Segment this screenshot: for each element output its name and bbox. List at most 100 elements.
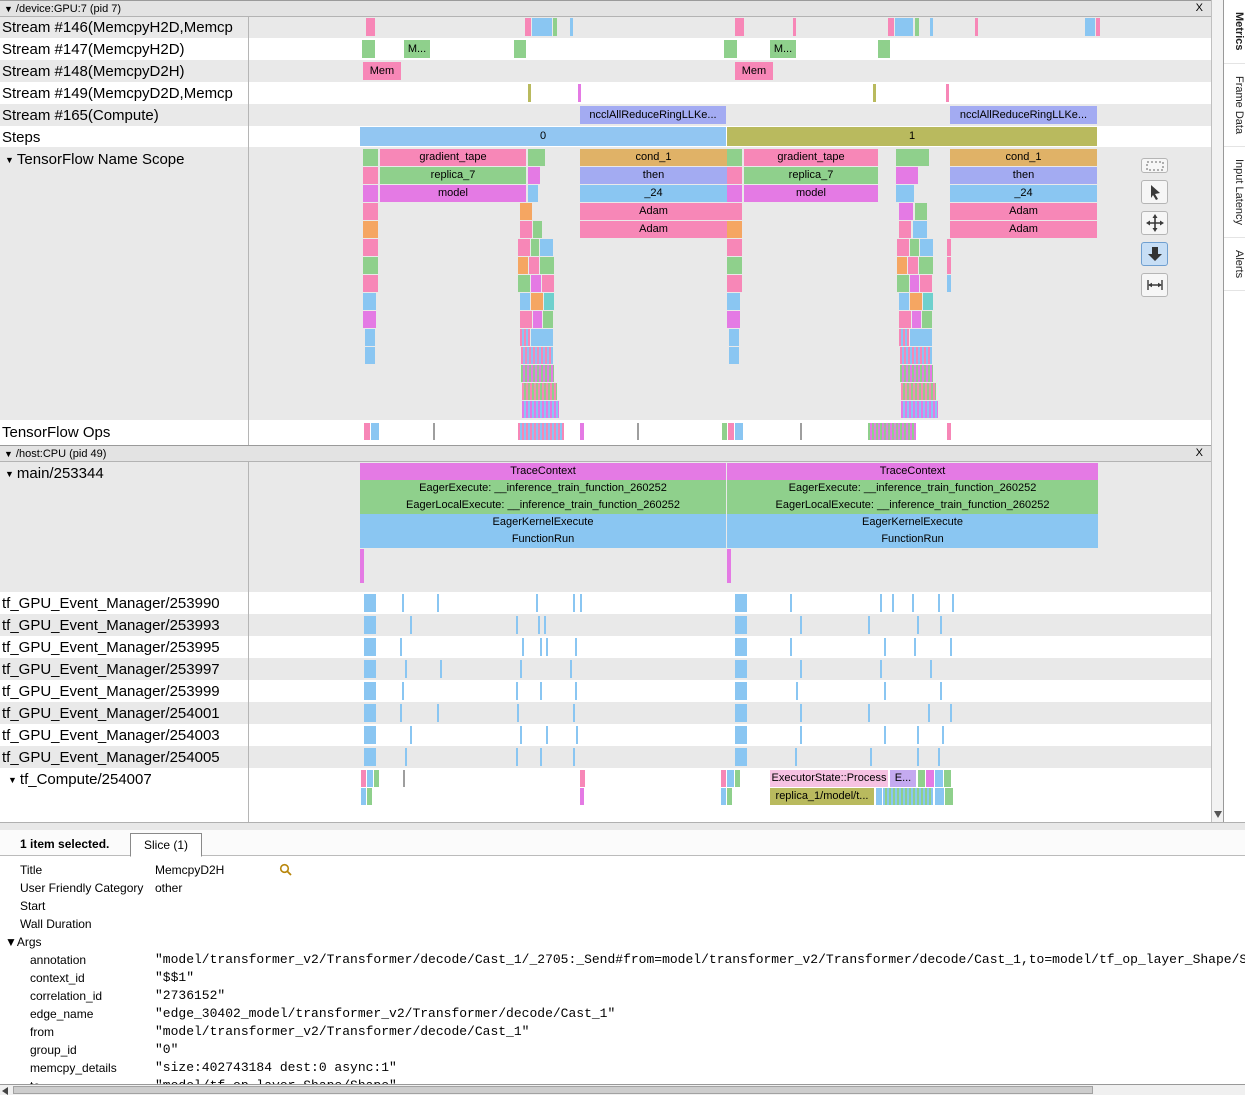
trace-slice[interactable] xyxy=(938,748,940,766)
timing-tool-button[interactable] xyxy=(1141,273,1168,297)
trace-slice[interactable] xyxy=(884,682,886,700)
trace-slice[interactable]: Adam xyxy=(950,203,1097,220)
trace-slice[interactable] xyxy=(793,18,796,36)
trace-slice[interactable] xyxy=(790,638,792,656)
trace-slice[interactable] xyxy=(917,748,919,766)
trace-slice[interactable] xyxy=(880,660,882,678)
trace-slice[interactable] xyxy=(908,257,918,274)
trace-slice[interactable] xyxy=(727,221,742,238)
trace-slice[interactable] xyxy=(918,770,925,787)
trace-slice[interactable] xyxy=(1096,18,1100,36)
trace-slice[interactable] xyxy=(531,293,543,310)
trace-slice[interactable] xyxy=(531,275,541,292)
trace-slice[interactable] xyxy=(735,704,747,722)
horizontal-scrollbar[interactable] xyxy=(0,1084,1245,1095)
trace-slice[interactable] xyxy=(950,704,952,722)
trace-slice[interactable] xyxy=(367,788,372,805)
trace-slice[interactable] xyxy=(946,84,949,102)
trace-slice[interactable] xyxy=(573,748,575,766)
trace-slice[interactable] xyxy=(938,594,940,612)
trace-slice[interactable] xyxy=(923,293,933,310)
row-label-event-253999[interactable]: tf_GPU_Event_Manager/253999 xyxy=(2,683,220,700)
row-label-stream165[interactable]: Stream #165(Compute) xyxy=(2,107,159,124)
trace-slice[interactable] xyxy=(912,311,921,328)
trace-slice[interactable]: M... xyxy=(404,40,430,58)
trace-slice[interactable] xyxy=(576,726,578,744)
trace-slice[interactable] xyxy=(920,275,932,292)
trace-slice[interactable] xyxy=(366,18,375,36)
trace-slice[interactable] xyxy=(570,660,572,678)
trace-slice[interactable] xyxy=(910,293,922,310)
trace-slice[interactable] xyxy=(884,726,886,744)
trace-slice[interactable]: gradient_tape xyxy=(744,149,878,166)
trace-slice[interactable] xyxy=(364,616,376,634)
trace-slice[interactable] xyxy=(405,660,407,678)
trace-slice[interactable] xyxy=(940,682,942,700)
trace-slice[interactable]: Adam xyxy=(580,221,727,238)
trace-slice[interactable] xyxy=(721,788,726,805)
trace-slice[interactable] xyxy=(727,257,742,274)
trace-slice[interactable]: Adam xyxy=(580,203,727,220)
trace-slice[interactable] xyxy=(400,638,402,656)
trace-slice[interactable] xyxy=(735,726,747,744)
trace-slice[interactable] xyxy=(528,84,531,102)
trace-slice[interactable] xyxy=(410,726,412,744)
trace-slice[interactable]: Adam xyxy=(950,221,1097,238)
trace-slice[interactable] xyxy=(367,770,373,787)
trace-slice[interactable] xyxy=(944,770,951,787)
trace-slice[interactable] xyxy=(522,383,557,400)
trace-slice[interactable] xyxy=(947,257,951,274)
args-section-header[interactable]: ▼Args xyxy=(5,933,1245,951)
trace-slice[interactable] xyxy=(910,329,932,346)
trace-slice[interactable] xyxy=(735,616,747,634)
trace-slice[interactable]: _24 xyxy=(580,185,727,202)
trace-slice[interactable] xyxy=(580,770,585,787)
trace-slice[interactable] xyxy=(900,365,933,382)
trace-slice[interactable] xyxy=(575,682,577,700)
trace-slice[interactable] xyxy=(364,748,376,766)
trace-slice[interactable] xyxy=(533,311,542,328)
trace-slice[interactable] xyxy=(880,594,882,612)
trace-slice[interactable] xyxy=(722,423,727,440)
trace-slice[interactable] xyxy=(727,167,742,184)
trace-slice[interactable] xyxy=(363,311,376,328)
trace-slice[interactable] xyxy=(546,638,548,656)
trace-slice[interactable] xyxy=(727,203,742,220)
trace-slice[interactable] xyxy=(935,770,943,787)
collapse-triangle-icon[interactable]: ▼ xyxy=(4,4,13,14)
trace-slice[interactable]: ncclAllReduceRingLLKe... xyxy=(950,106,1097,124)
trace-slice[interactable] xyxy=(405,748,407,766)
trace-slice[interactable] xyxy=(897,275,909,292)
tab-metrics[interactable]: Metrics xyxy=(1224,0,1245,64)
magnifier-icon[interactable] xyxy=(279,863,292,876)
trace-slice[interactable] xyxy=(735,660,747,678)
trace-slice[interactable]: EagerKernelExecute xyxy=(727,514,1098,531)
trace-slice[interactable]: then xyxy=(950,167,1097,184)
trace-slice[interactable] xyxy=(727,770,734,787)
trace-slice[interactable]: Mem xyxy=(735,62,773,80)
trace-slice[interactable] xyxy=(888,18,894,36)
collapse-triangle-icon[interactable]: ▼ xyxy=(5,469,14,479)
trace-slice[interactable] xyxy=(897,257,907,274)
cpu-close-button[interactable]: X xyxy=(1196,447,1203,459)
trace-slice[interactable] xyxy=(364,423,370,440)
trace-slice[interactable] xyxy=(947,239,951,256)
horizontal-scrollbar-thumb[interactable] xyxy=(13,1086,1093,1094)
trace-slice[interactable] xyxy=(901,383,936,400)
trace-slice[interactable] xyxy=(363,167,378,184)
trace-slice[interactable]: M... xyxy=(770,40,796,58)
trace-slice[interactable] xyxy=(727,149,742,166)
trace-slice[interactable] xyxy=(917,616,919,634)
trace-slice[interactable]: cond_1 xyxy=(950,149,1097,166)
collapse-triangle-icon[interactable]: ▼ xyxy=(8,775,17,785)
trace-slice[interactable]: 0 xyxy=(360,127,726,146)
trace-slice[interactable] xyxy=(790,594,792,612)
trace-slice[interactable] xyxy=(735,770,740,787)
trace-slice[interactable] xyxy=(528,149,545,166)
row-label-stream147[interactable]: Stream #147(MemcpyH2D) xyxy=(2,41,185,58)
row-label-stream149[interactable]: Stream #149(MemcpyD2D,Memcp xyxy=(2,85,233,102)
trace-slice[interactable] xyxy=(580,423,584,440)
zoom-tool-button[interactable] xyxy=(1141,242,1168,266)
trace-slice[interactable] xyxy=(727,185,742,202)
trace-slice[interactable]: then xyxy=(580,167,727,184)
